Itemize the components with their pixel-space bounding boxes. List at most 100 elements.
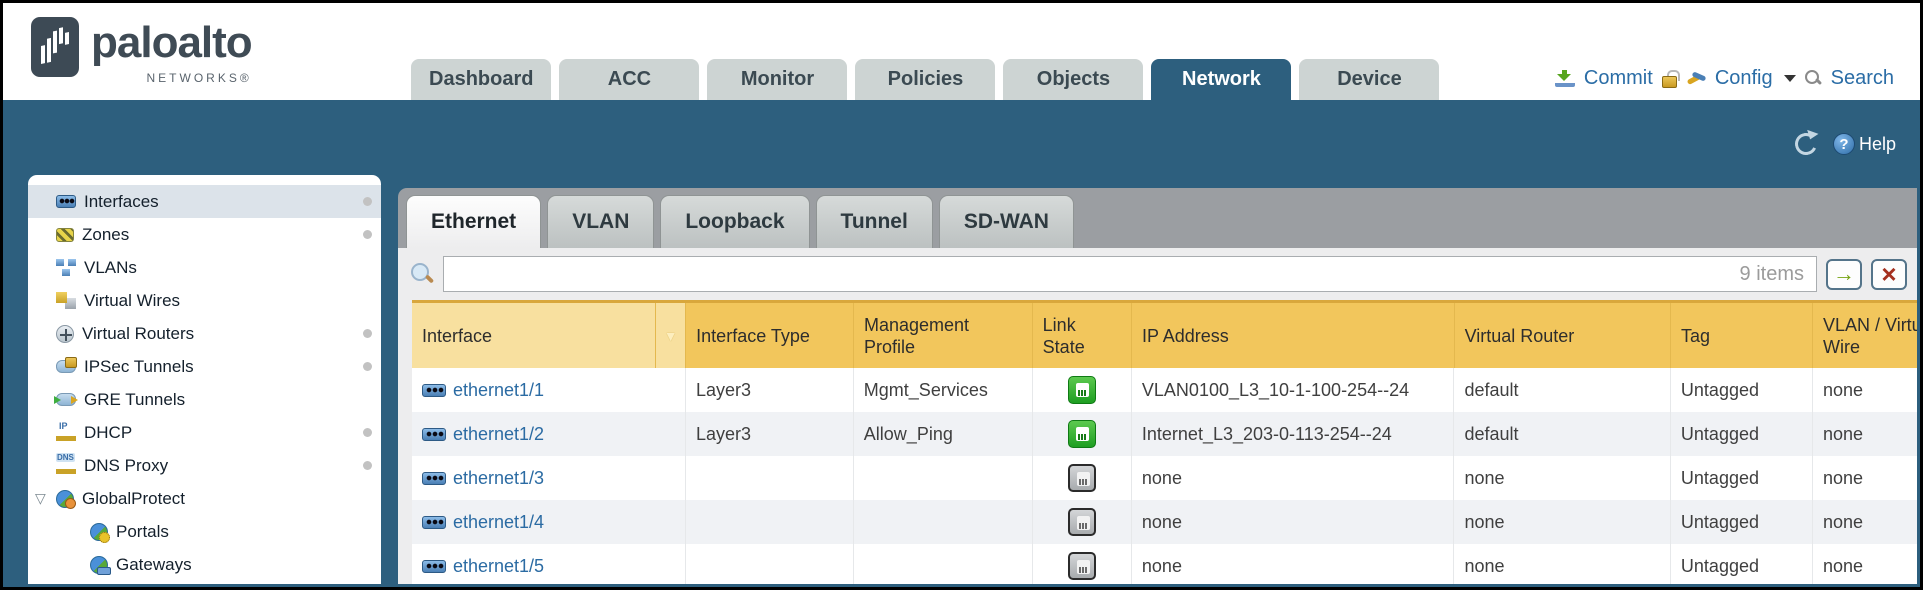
col-interface[interactable]: Interface — [412, 303, 656, 368]
col-vlan-virtual-wire[interactable]: VLAN / Virtual Wire — [1813, 303, 1917, 368]
tab-ethernet[interactable]: Ethernet — [406, 195, 541, 248]
expand-triangle-icon[interactable] — [35, 490, 46, 507]
item-menu-dot[interactable] — [363, 362, 372, 371]
interface-link[interactable]: ethernet1/4 — [422, 512, 544, 533]
help-icon[interactable] — [1833, 133, 1855, 155]
sidebar-item-dns-proxy[interactable]: DNS Proxy — [28, 449, 381, 482]
sidebar-item-zones[interactable]: Zones — [28, 218, 381, 251]
interface-link[interactable]: ethernet1/2 — [422, 424, 544, 445]
cell-ip: none — [1132, 500, 1455, 544]
tab-device[interactable]: Device — [1299, 59, 1439, 100]
sidebar-item-vlans[interactable]: VLANs — [28, 251, 381, 284]
table-row[interactable]: ethernet1/2 Layer3 Allow_Ping Internet_L… — [412, 412, 1917, 456]
tab-tunnel[interactable]: Tunnel — [816, 195, 933, 248]
col-tag[interactable]: Tag — [1671, 303, 1813, 368]
lock-icon[interactable] — [1662, 70, 1678, 88]
cell-tag: Untagged — [1671, 456, 1813, 500]
paloalto-logo-icon — [31, 17, 79, 77]
sidebar: Interfaces Zones VLANs Virtual Wires Vir… — [28, 175, 381, 584]
cell-type — [686, 456, 854, 500]
sidebar-item-dhcp[interactable]: DHCP — [28, 416, 381, 449]
tab-acc[interactable]: ACC — [559, 59, 699, 100]
cell-mgmt-profile: Mgmt_Services — [854, 368, 1033, 412]
interface-icon — [422, 384, 446, 397]
commit-icon — [1555, 70, 1575, 87]
filter-input[interactable]: 9 items — [443, 256, 1817, 292]
help-label[interactable]: Help — [1859, 134, 1896, 155]
dhcp-icon — [56, 424, 76, 441]
config-menu[interactable]: Config — [1715, 67, 1773, 90]
sidebar-item-virtual-routers[interactable]: Virtual Routers — [28, 317, 381, 350]
search-button[interactable]: Search — [1831, 67, 1894, 90]
ipsec-tunnels-icon — [56, 360, 76, 373]
gre-tunnels-icon — [56, 393, 76, 406]
sidebar-item-globalprotect[interactable]: GlobalProtect — [28, 482, 381, 515]
interface-link[interactable]: ethernet1/3 — [422, 468, 544, 489]
cell-ip: none — [1132, 456, 1455, 500]
col-interface-type[interactable]: Interface Type — [686, 303, 854, 368]
table-header-row: Interface Interface Type Management Prof… — [412, 300, 1917, 368]
commit-button[interactable]: Commit — [1584, 67, 1653, 90]
interface-link[interactable]: ethernet1/5 — [422, 556, 544, 577]
tab-network[interactable]: Network — [1151, 59, 1291, 100]
tab-monitor[interactable]: Monitor — [707, 59, 847, 100]
cell-vlan: none — [1813, 456, 1917, 500]
item-menu-dot[interactable] — [363, 329, 372, 338]
cell-tag: Untagged — [1671, 412, 1813, 456]
interface-type-tabs: Ethernet VLAN Loopback Tunnel SD-WAN — [398, 188, 1917, 248]
gateways-icon — [90, 556, 108, 574]
tab-loopback[interactable]: Loopback — [660, 195, 809, 248]
tab-policies[interactable]: Policies — [855, 59, 995, 100]
item-menu-dot[interactable] — [363, 461, 372, 470]
table-row[interactable]: ethernet1/3 none none Untagged none — [412, 456, 1917, 500]
col-ip-address[interactable]: IP Address — [1132, 303, 1455, 368]
content-body: 9 items Interface Interface Type Managem… — [398, 248, 1917, 584]
virtual-wires-icon — [56, 292, 76, 309]
col-virtual-router[interactable]: Virtual Router — [1455, 303, 1671, 368]
sidebar-item-gre-tunnels[interactable]: GRE Tunnels — [28, 383, 381, 416]
interface-link[interactable]: ethernet1/1 — [422, 380, 544, 401]
link-state-up-icon — [1068, 376, 1096, 404]
tab-vlan[interactable]: VLAN — [547, 195, 654, 248]
sidebar-item-label: GlobalProtect — [82, 489, 185, 509]
table-row[interactable]: ethernet1/1 Layer3 Mgmt_Services VLAN010… — [412, 368, 1917, 412]
page-toolbar: Help — [1795, 133, 1896, 155]
paloalto-logo: paloalto NETWORKS® — [31, 17, 252, 85]
brand-name: paloalto — [91, 17, 252, 69]
tab-dashboard[interactable]: Dashboard — [411, 59, 551, 100]
refresh-icon[interactable] — [1792, 130, 1820, 158]
sidebar-item-portals[interactable]: Portals — [28, 515, 381, 548]
sidebar-item-gateways[interactable]: Gateways — [28, 548, 381, 581]
cell-vlan: none — [1813, 500, 1917, 544]
interfaces-icon — [56, 195, 76, 208]
dns-proxy-icon — [56, 457, 76, 474]
sort-dropdown-icon[interactable] — [656, 303, 686, 368]
sidebar-item-label: Interfaces — [84, 192, 159, 212]
sidebar-item-virtual-wires[interactable]: Virtual Wires — [28, 284, 381, 317]
tab-objects[interactable]: Objects — [1003, 59, 1143, 100]
cell-mgmt-profile: Allow_Ping — [854, 412, 1033, 456]
link-state-down-icon — [1068, 464, 1096, 492]
table-row[interactable]: ethernet1/4 none none Untagged none — [412, 500, 1917, 544]
link-state-down-icon — [1068, 508, 1096, 536]
tab-sdwan[interactable]: SD-WAN — [939, 195, 1074, 248]
cell-ip: Internet_L3_203-0-113-254--24 — [1132, 412, 1455, 456]
header-actions: Commit Config Search — [1555, 67, 1894, 90]
filter-search-icon — [410, 262, 434, 286]
sidebar-item-label: DHCP — [84, 423, 132, 443]
sidebar-item-interfaces[interactable]: Interfaces — [28, 185, 381, 218]
clear-filter-button[interactable] — [1871, 259, 1907, 290]
item-menu-dot[interactable] — [363, 428, 372, 437]
chevron-down-icon[interactable] — [1784, 75, 1796, 82]
apply-filter-button[interactable] — [1826, 259, 1862, 290]
table-row[interactable]: ethernet1/5 none none Untagged none — [412, 544, 1917, 584]
cell-vlan: none — [1813, 368, 1917, 412]
item-menu-dot[interactable] — [363, 230, 372, 239]
col-link-state[interactable]: Link State — [1033, 303, 1132, 368]
sidebar-item-label: VLANs — [84, 258, 137, 278]
link-state-down-icon — [1068, 552, 1096, 580]
cell-virtual-router: none — [1454, 500, 1670, 544]
col-management-profile[interactable]: Management Profile — [854, 303, 1033, 368]
sidebar-item-ipsec-tunnels[interactable]: IPSec Tunnels — [28, 350, 381, 383]
item-menu-dot[interactable] — [363, 197, 372, 206]
